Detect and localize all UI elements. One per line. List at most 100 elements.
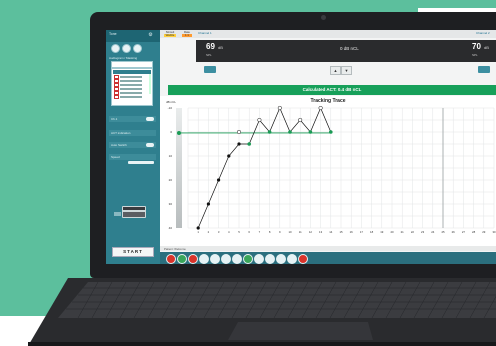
- right-level-unit: dB: [484, 45, 489, 50]
- status-text: Patient: Welcome: [164, 246, 186, 251]
- x-tick-label: 7: [259, 230, 261, 234]
- level-indicator-bar: [176, 108, 182, 228]
- x-tick-label: 27: [462, 230, 466, 234]
- trace-point-filled: [237, 142, 241, 146]
- x-tick-label: 9: [279, 230, 281, 234]
- trace-point-green: [308, 130, 313, 134]
- y-tick-label: 30: [169, 202, 173, 206]
- ear-right-icon[interactable]: [122, 44, 131, 53]
- left-panel: Tone ⚙ Audiogram / Masking Ch.1 ACT indi…: [106, 30, 160, 264]
- act-row-label: ACT indication: [111, 131, 131, 135]
- trace-point-filled: [196, 226, 200, 230]
- speed-slider[interactable]: [128, 161, 154, 164]
- home-icon[interactable]: [265, 254, 275, 264]
- x-tick-label: 30: [492, 230, 496, 234]
- frequency-list[interactable]: [111, 68, 153, 106]
- status-bar: Patient: Welcome: [160, 246, 496, 251]
- tracking-chart: Tracking Trace dB nCL -10 0 10 20 30 40 1 2 3 4 5 6…: [160, 96, 496, 246]
- left-level-unit: dB: [218, 45, 223, 50]
- trace-point-green: [247, 142, 251, 146]
- trace-point-green: [267, 130, 272, 134]
- channel-toggle[interactable]: [146, 117, 154, 121]
- channel-2-label: Channel 2: [476, 31, 490, 35]
- x-tick-label: 14: [329, 230, 333, 234]
- trace-point-open: [277, 105, 282, 111]
- x-tick-label: 22: [411, 230, 415, 234]
- left-level-value: 69: [206, 42, 215, 51]
- channel-controls: ▲ ▼: [196, 66, 496, 76]
- left-channel-button[interactable]: [204, 66, 216, 73]
- chart-icon[interactable]: [254, 254, 264, 264]
- channel-row[interactable]: Ch.1: [109, 116, 156, 122]
- print-icon[interactable]: [221, 254, 231, 264]
- x-tick-label: 12: [309, 230, 313, 234]
- y-tick-label: 10: [169, 154, 173, 158]
- close-icon[interactable]: [298, 254, 308, 264]
- y-tick-label: 20: [169, 178, 173, 182]
- headphones-icon[interactable]: [133, 44, 142, 53]
- y-tick-label: 40: [169, 226, 173, 230]
- level-down-button[interactable]: ▼: [341, 66, 352, 75]
- auto-switch-row[interactable]: Auto Switch: [109, 142, 156, 148]
- trace-point-open: [236, 129, 242, 135]
- frequency-list-header: [113, 70, 151, 74]
- x-tick-label: 15: [339, 230, 343, 234]
- right-level-sub: SPL: [472, 53, 478, 57]
- tab-stimuli[interactable]: Stimuli Warble: [162, 31, 178, 37]
- report-icon[interactable]: [232, 254, 242, 264]
- trace-point-filled: [217, 178, 221, 182]
- x-tick-label: 13: [319, 230, 323, 234]
- list-scrollbar[interactable]: [149, 74, 151, 94]
- background-strip: [418, 0, 496, 8]
- x-tick-label: 23: [421, 230, 425, 234]
- gear-icon[interactable]: ⚙: [146, 32, 155, 39]
- stop-icon[interactable]: [166, 254, 176, 264]
- auto-switch-label: Auto Switch: [111, 143, 127, 147]
- x-tick-label: 28: [472, 230, 476, 234]
- center-level-value: 0 dB nCL: [340, 46, 359, 51]
- speed-label: Speed: [111, 155, 120, 159]
- x-tick-label: 6: [248, 230, 250, 234]
- start-button[interactable]: START: [112, 247, 154, 257]
- trace-point-green: [288, 130, 292, 134]
- x-tick-label: 25: [441, 230, 445, 234]
- x-tick-label: 21: [401, 230, 405, 234]
- left-level-sub: SPL: [206, 53, 212, 57]
- chart-canvas: -100102030401 2 3 4 5 6 7 8 9 10 11 12 13 14 15 16 17 18 1…: [168, 105, 496, 234]
- bottom-toolbar: [160, 252, 496, 264]
- trace-point-filled: [227, 154, 231, 158]
- tab-rate[interactable]: Rate 1:1: [180, 31, 194, 37]
- speed-row: Speed: [109, 154, 156, 160]
- tab-stimuli-value: Warble: [164, 33, 176, 37]
- x-tick-label: 26: [452, 230, 456, 234]
- audiometer-device-icon: [114, 206, 146, 218]
- trace-point-open: [257, 117, 262, 123]
- x-tick-label: 16: [350, 230, 354, 234]
- x-tick-label: 5: [238, 230, 240, 234]
- record-icon[interactable]: [188, 254, 198, 264]
- user-icon[interactable]: [276, 254, 286, 264]
- channel-1-label: Channel 1: [198, 31, 212, 35]
- x-tick-label: 3: [218, 230, 220, 234]
- auto-switch-toggle[interactable]: [146, 143, 154, 147]
- ear-left-icon[interactable]: [111, 44, 120, 53]
- right-channel-button[interactable]: [478, 66, 490, 73]
- act-row[interactable]: ACT indication: [109, 130, 156, 136]
- settings-icon[interactable]: [287, 254, 297, 264]
- level-meter-bar: 69 dB SPL 0 dB nCL 70 dB SPL: [196, 40, 496, 62]
- x-tick-label: 20: [390, 230, 394, 234]
- channel-row-label: Ch.1: [111, 117, 118, 121]
- protocol-dropdown[interactable]: [111, 61, 153, 68]
- act-result-banner: Calculated ACT: 0.4 dB nCL: [168, 85, 496, 95]
- ear-icon[interactable]: [243, 254, 253, 264]
- x-tick-label: 10: [288, 230, 292, 234]
- y-tick-label: 0: [170, 130, 172, 134]
- save-icon[interactable]: [210, 254, 220, 264]
- tone-icon[interactable]: [177, 254, 187, 264]
- pause-icon[interactable]: [199, 254, 209, 264]
- list-item[interactable]: [114, 94, 150, 100]
- x-tick-label: 11: [299, 230, 302, 234]
- mode-icons: [111, 44, 142, 53]
- x-tick-label: 24: [431, 230, 435, 234]
- level-up-button[interactable]: ▲: [330, 66, 341, 75]
